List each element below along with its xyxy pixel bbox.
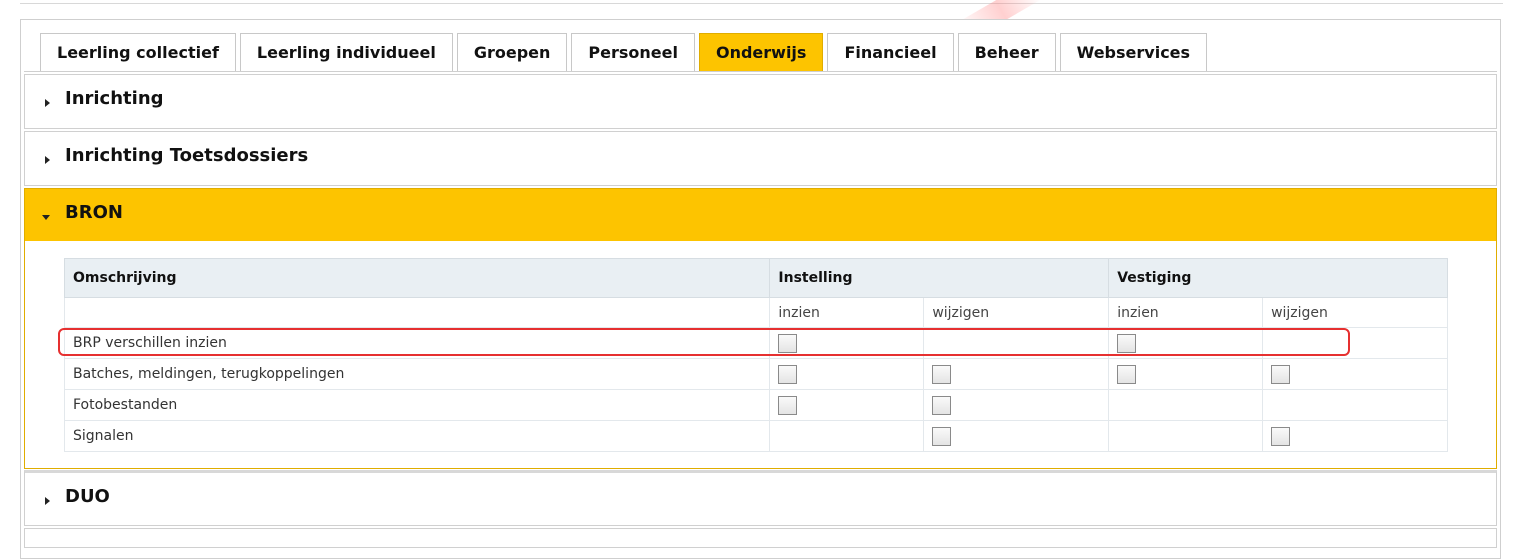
subheader-empty	[63, 297, 771, 328]
section-bron: BRON Omschrijving Instelling Vestiging i…	[24, 188, 1497, 469]
chevron-down-icon	[42, 215, 50, 220]
cell-vestiging-wijzigen	[1262, 420, 1448, 452]
tab-groepen[interactable]: Groepen	[456, 33, 568, 71]
cell-instelling-inzien	[769, 327, 925, 359]
column-header-instelling: Instelling	[769, 258, 1110, 298]
checkbox[interactable]	[778, 333, 798, 353]
table-row: Signalen	[63, 420, 1448, 452]
subheader-instelling-inzien: inzien	[769, 297, 925, 328]
tab-onderwijs[interactable]: Onderwijs	[698, 33, 824, 71]
row-label: BRP verschillen inzien	[63, 327, 771, 359]
row-label: Signalen	[63, 420, 771, 452]
cell-vestiging-inzien	[1108, 389, 1264, 421]
cell-instelling-wijzigen	[923, 327, 1110, 359]
permissions-table: Omschrijving Instelling Vestiging inzien…	[63, 258, 1448, 452]
chevron-right-icon	[45, 99, 50, 107]
subheader-vestiging-inzien: inzien	[1108, 297, 1264, 328]
cell-instelling-inzien	[769, 389, 925, 421]
cell-instelling-wijzigen	[923, 420, 1110, 452]
tab-financieel[interactable]: Financieel	[827, 33, 954, 71]
section-inrichting-toetsdossiers: Inrichting Toetsdossiers	[24, 131, 1497, 186]
checkbox[interactable]	[1271, 364, 1291, 384]
cell-instelling-inzien	[769, 358, 925, 390]
row-label: Fotobestanden	[63, 389, 771, 421]
cell-vestiging-wijzigen	[1262, 358, 1448, 390]
cell-vestiging-inzien	[1108, 420, 1264, 452]
table-row: BRP verschillen inzien	[63, 327, 1448, 359]
tab-personeel[interactable]: Personeel	[571, 33, 695, 71]
subheader-vestiging-wijzigen: wijzigen	[1262, 297, 1448, 328]
chevron-right-icon	[45, 156, 50, 164]
checkbox[interactable]	[932, 364, 952, 384]
section-bron-header[interactable]: BRON	[25, 189, 1496, 241]
table-row: Fotobestanden	[63, 389, 1448, 421]
section-inrichting-header[interactable]: Inrichting	[25, 75, 1496, 127]
top-divider	[20, 3, 1503, 4]
column-header-omschrijving: Omschrijving	[63, 258, 771, 298]
column-header-vestiging: Vestiging	[1108, 258, 1448, 298]
tab-bar: Leerling collectief Leerling individueel…	[40, 33, 1208, 72]
tab-leerling-collectief[interactable]: Leerling collectief	[40, 33, 236, 71]
section-title: Inrichting	[65, 88, 164, 109]
cell-instelling-inzien	[769, 420, 925, 452]
checkbox[interactable]	[1271, 426, 1291, 446]
checkbox[interactable]	[932, 426, 952, 446]
checkbox[interactable]	[932, 395, 952, 415]
subheader-instelling-wijzigen: wijzigen	[923, 297, 1110, 328]
checkbox[interactable]	[778, 364, 798, 384]
section-toetsdossiers-header[interactable]: Inrichting Toetsdossiers	[25, 132, 1496, 184]
chevron-right-icon	[45, 497, 50, 505]
tab-baseline	[24, 71, 1497, 72]
tab-beheer[interactable]: Beheer	[957, 33, 1056, 71]
checkbox[interactable]	[778, 395, 798, 415]
cell-vestiging-wijzigen	[1262, 327, 1448, 359]
section-title: Inrichting Toetsdossiers	[65, 145, 309, 166]
checkbox[interactable]	[1117, 333, 1137, 353]
cell-vestiging-inzien	[1108, 327, 1264, 359]
section-title: BRON	[65, 202, 123, 223]
section-title: DUO	[65, 486, 110, 507]
cell-vestiging-wijzigen	[1262, 389, 1448, 421]
tab-leerling-individueel[interactable]: Leerling individueel	[239, 33, 453, 71]
section-duo: DUO	[24, 470, 1497, 526]
cell-instelling-wijzigen	[923, 358, 1110, 390]
checkbox[interactable]	[1117, 364, 1137, 384]
tab-webservices[interactable]: Webservices	[1059, 33, 1208, 71]
section-next	[24, 528, 1497, 548]
cell-vestiging-inzien	[1108, 358, 1264, 390]
section-inrichting: Inrichting	[24, 74, 1497, 129]
row-label: Batches, meldingen, terugkoppelingen	[63, 358, 771, 390]
table-row: Batches, meldingen, terugkoppelingen	[63, 358, 1448, 390]
cell-instelling-wijzigen	[923, 389, 1110, 421]
section-duo-header[interactable]: DUO	[25, 473, 1496, 525]
